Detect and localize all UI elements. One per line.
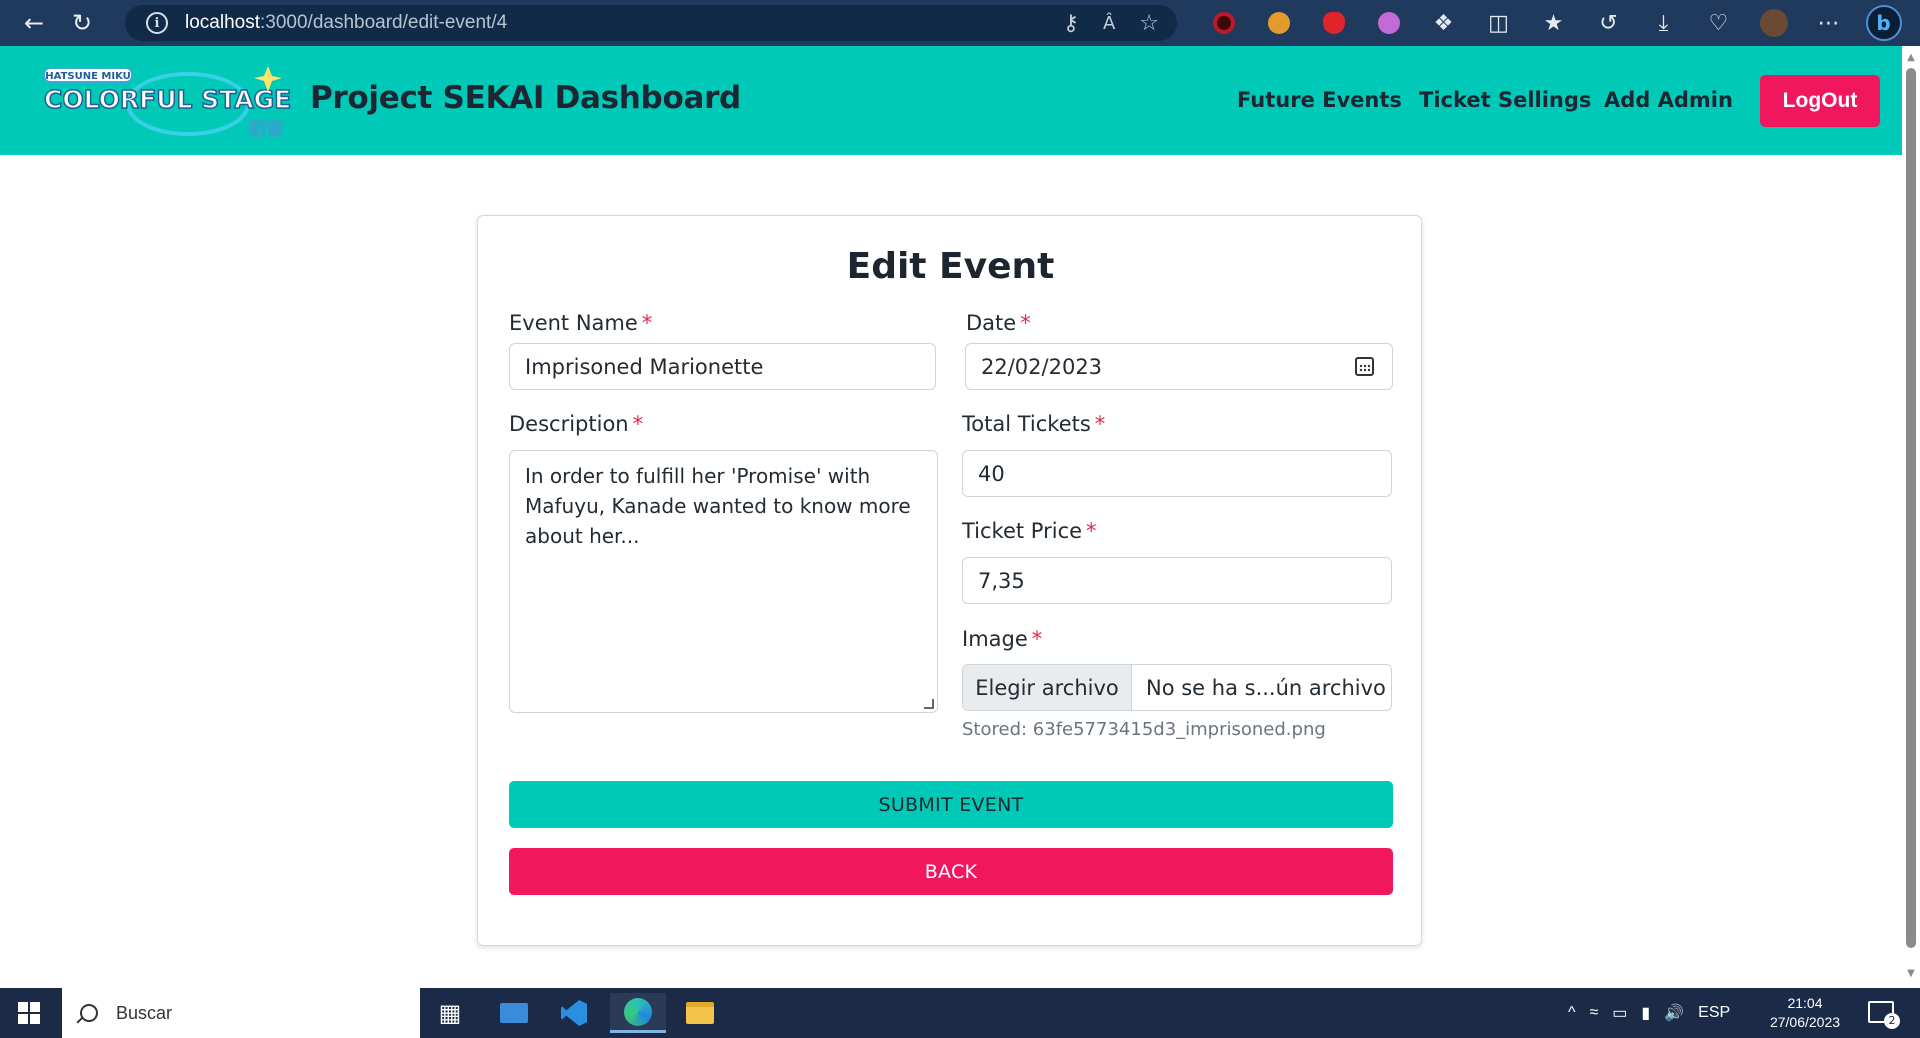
date-label: Date * bbox=[966, 311, 1031, 335]
split-screen-icon[interactable]: ◫ bbox=[1471, 0, 1526, 46]
extension-record-icon[interactable] bbox=[1196, 0, 1251, 46]
scroll-up-arrow-icon[interactable]: ▲ bbox=[1902, 50, 1920, 66]
required-mark: * bbox=[1020, 311, 1031, 335]
required-mark: * bbox=[641, 311, 653, 335]
extension-purple-icon[interactable] bbox=[1361, 0, 1416, 46]
device-icon[interactable]: ▭ bbox=[1612, 1003, 1627, 1023]
clock-date: 27/06/2023 bbox=[1769, 1014, 1841, 1030]
search-placeholder: Buscar bbox=[116, 1002, 173, 1023]
performance-heart-icon[interactable]: ♡ bbox=[1691, 0, 1746, 46]
key-icon[interactable]: ⚷ bbox=[1063, 11, 1079, 36]
calendar-icon[interactable] bbox=[1355, 357, 1374, 376]
resize-grip-icon[interactable] bbox=[924, 699, 934, 709]
file-explorer-icon[interactable] bbox=[672, 993, 728, 1033]
language-indicator[interactable]: ESP bbox=[1698, 1004, 1730, 1022]
scroll-thumb[interactable] bbox=[1906, 68, 1916, 948]
form-title: Edit Event bbox=[846, 246, 1055, 287]
browser-toolbar: ← ↻ i localhost:3000/dashboard/edit-even… bbox=[0, 0, 1920, 46]
profile-avatar[interactable] bbox=[1746, 0, 1801, 46]
taskbar-clock[interactable]: 21:04 27/06/2023 bbox=[1765, 994, 1845, 1032]
search-icon bbox=[80, 1004, 98, 1022]
back-button[interactable]: BACK bbox=[509, 848, 1393, 895]
clock-time: 21:04 bbox=[1787, 995, 1823, 1011]
read-aloud-icon[interactable]: Â bbox=[1103, 13, 1115, 34]
total-tickets-label: Total Tickets * bbox=[962, 412, 1106, 436]
colorful-stage-logo[interactable]: HATSUNE MIKU COLORFUL STAGE! 初音 bbox=[38, 60, 291, 142]
extensions-puzzle-icon[interactable]: ❖ bbox=[1416, 0, 1471, 46]
logout-button[interactable]: LogOut bbox=[1760, 75, 1880, 127]
ticket-price-label: Ticket Price * bbox=[962, 519, 1097, 543]
more-menu-icon[interactable]: ⋯ bbox=[1801, 0, 1856, 46]
ticket-price-input[interactable]: 7,35 bbox=[962, 557, 1392, 604]
taskbar-search[interactable]: Buscar bbox=[62, 988, 420, 1038]
volume-icon[interactable]: 🔊 bbox=[1664, 1003, 1684, 1023]
extensions-bar: ❖ ◫ ★ ↺ ⤓ ♡ ⋯ b bbox=[1196, 0, 1911, 46]
logo-miku-text: 初音 bbox=[248, 118, 284, 140]
stored-image-text: Stored: 63fe5773415d3_imprisoned.png bbox=[962, 719, 1326, 740]
windows-taskbar: Buscar ▦ ^ ≈ ▭ ▮ 🔊 ESP 21:04 27/06/2023 … bbox=[0, 988, 1920, 1038]
system-tray: ^ ≈ ▭ ▮ 🔊 ESP bbox=[1568, 988, 1730, 1038]
extension-shield-icon[interactable] bbox=[1306, 0, 1361, 46]
image-file-input[interactable]: Elegir archivo No se ha s...ún archivo bbox=[962, 664, 1392, 711]
vscode-icon[interactable] bbox=[546, 993, 602, 1033]
extension-avatar-icon[interactable] bbox=[1251, 0, 1306, 46]
site-header: HATSUNE MIKU COLORFUL STAGE! 初音 Project … bbox=[0, 46, 1902, 155]
wifi-icon[interactable]: ≈ bbox=[1590, 1004, 1599, 1022]
choose-file-button[interactable]: Elegir archivo bbox=[963, 665, 1132, 710]
site-info-icon[interactable]: i bbox=[146, 12, 168, 34]
battery-icon[interactable]: ▮ bbox=[1641, 1003, 1650, 1023]
task-view-icon[interactable]: ▦ bbox=[422, 993, 478, 1033]
history-icon[interactable]: ↺ bbox=[1581, 0, 1636, 46]
date-input[interactable]: 22/02/2023 bbox=[965, 343, 1393, 390]
reload-icon[interactable]: ↻ bbox=[60, 0, 104, 46]
logo-text: COLORFUL STAGE! bbox=[44, 85, 291, 114]
nav-add-admin[interactable]: Add Admin bbox=[1604, 88, 1733, 112]
edge-browser-icon[interactable] bbox=[610, 993, 666, 1033]
url-text[interactable]: localhost:3000/dashboard/edit-event/4 bbox=[185, 12, 507, 34]
description-text: In order to fulfill her 'Promise' with M… bbox=[525, 464, 911, 548]
mail-icon[interactable] bbox=[486, 993, 542, 1033]
submit-event-button[interactable]: SUBMIT EVENT bbox=[509, 781, 1393, 828]
page-brand-title: Project SEKAI Dashboard bbox=[310, 80, 741, 116]
required-mark: * bbox=[1094, 412, 1106, 436]
date-value: 22/02/2023 bbox=[981, 354, 1103, 379]
bing-copilot-icon[interactable]: b bbox=[1856, 0, 1911, 46]
event-name-input[interactable]: Imprisoned Marionette bbox=[509, 343, 936, 390]
required-mark: * bbox=[1031, 627, 1043, 651]
address-bar[interactable]: i localhost:3000/dashboard/edit-event/4 … bbox=[125, 5, 1177, 41]
selected-file-name: No se ha s...ún archivo bbox=[1146, 675, 1386, 700]
back-arrow-icon[interactable]: ← bbox=[12, 0, 56, 46]
favorite-star-icon[interactable]: ☆ bbox=[1139, 11, 1159, 36]
required-mark: * bbox=[1086, 519, 1097, 543]
edit-event-card: Edit Event Event Name * Imprisoned Marion… bbox=[477, 215, 1422, 946]
downloads-icon[interactable]: ⤓ bbox=[1636, 0, 1691, 46]
logo-subtext: HATSUNE MIKU bbox=[45, 71, 131, 82]
favorites-icon[interactable]: ★ bbox=[1526, 0, 1581, 46]
notifications-icon[interactable]: 2 bbox=[1868, 1001, 1900, 1029]
event-name-label: Event Name * bbox=[509, 311, 653, 335]
image-label: Image * bbox=[962, 627, 1043, 651]
nav-ticket-sellings[interactable]: Ticket Sellings bbox=[1419, 88, 1591, 112]
total-tickets-input[interactable]: 40 bbox=[962, 450, 1392, 497]
scroll-down-arrow-icon[interactable]: ▼ bbox=[1902, 966, 1920, 982]
description-label: Description * bbox=[509, 412, 644, 436]
page-scrollbar[interactable]: ▲ ▼ bbox=[1902, 46, 1920, 988]
required-mark: * bbox=[632, 412, 644, 436]
show-hidden-icons-chevron-icon[interactable]: ^ bbox=[1568, 1004, 1576, 1022]
notification-count-badge: 2 bbox=[1884, 1013, 1900, 1029]
windows-start-icon[interactable] bbox=[18, 1002, 40, 1024]
description-textarea[interactable]: In order to fulfill her 'Promise' with M… bbox=[509, 450, 938, 713]
nav-future-events[interactable]: Future Events bbox=[1237, 88, 1402, 112]
